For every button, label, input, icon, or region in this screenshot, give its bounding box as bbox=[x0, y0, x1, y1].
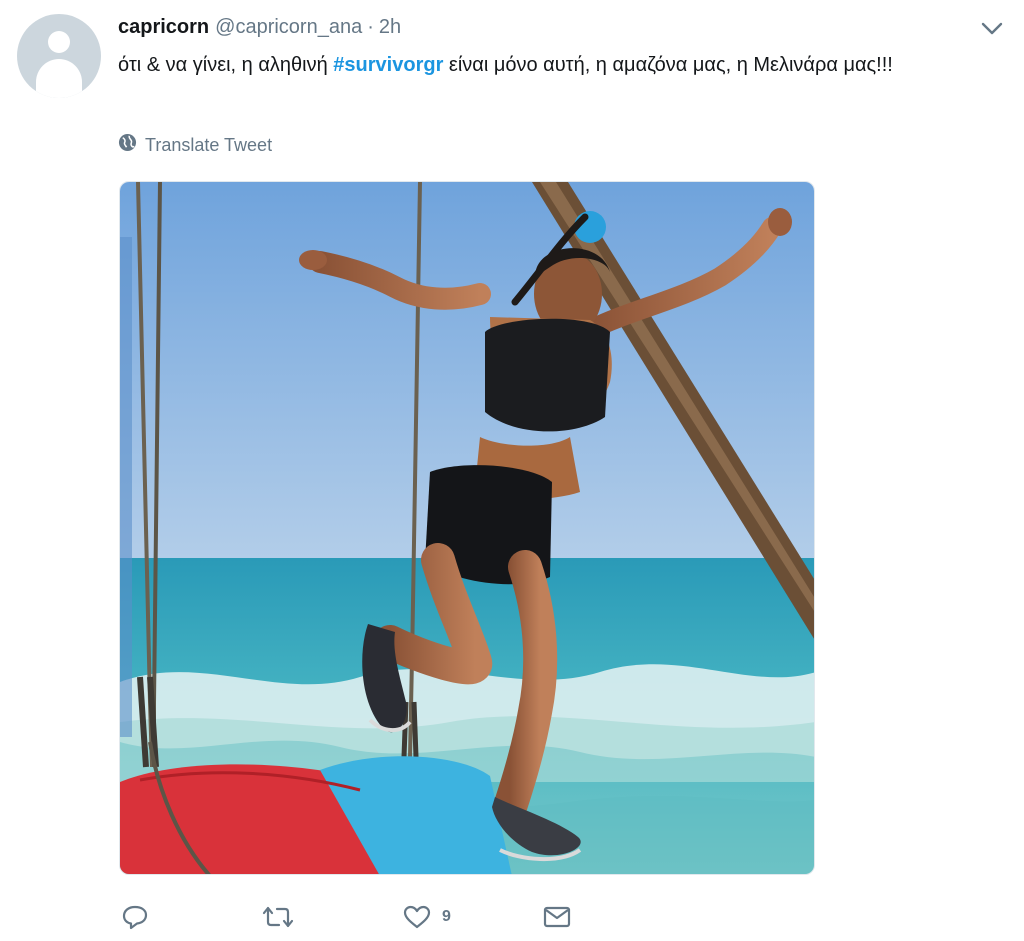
separator-dot: · bbox=[367, 16, 374, 38]
retweet-button[interactable] bbox=[260, 900, 296, 934]
retweet-icon bbox=[260, 903, 296, 931]
like-icon bbox=[402, 903, 432, 931]
chevron-down-icon[interactable] bbox=[980, 20, 1004, 38]
user-handle[interactable]: @capricorn_ana bbox=[215, 14, 362, 40]
tweet-actions: 9 bbox=[118, 900, 718, 934]
tweet-text-before: ότι & να γίνει, η αληθινή bbox=[118, 54, 334, 76]
like-button[interactable]: 9 bbox=[402, 900, 451, 934]
translate-tweet-link[interactable]: Translate Tweet bbox=[118, 133, 272, 157]
avatar-head bbox=[48, 31, 70, 53]
tweet-photo[interactable] bbox=[119, 181, 815, 875]
message-icon bbox=[542, 903, 572, 931]
display-name[interactable]: capricorn bbox=[118, 14, 209, 40]
tweet-text-after: είναι μόνο αυτή, η αμαζόνα μας, η Μελινά… bbox=[443, 54, 893, 76]
tweet-timestamp[interactable]: 2h bbox=[379, 14, 401, 40]
tweet-text: ότι & να γίνει, η αληθινή #survivorgr εί… bbox=[118, 48, 988, 82]
reply-icon bbox=[120, 903, 150, 931]
tweet-header: capricorn @capricorn_ana · 2h bbox=[118, 14, 401, 40]
avatar-shoulders bbox=[36, 59, 82, 98]
reply-button[interactable] bbox=[120, 900, 150, 934]
like-count: 9 bbox=[442, 908, 451, 925]
translate-label: Translate Tweet bbox=[145, 134, 273, 155]
hashtag-link[interactable]: #survivorgr bbox=[333, 54, 443, 76]
avatar[interactable] bbox=[17, 14, 101, 98]
direct-message-button[interactable] bbox=[542, 900, 572, 934]
tweet-card: capricorn @capricorn_ana · 2h ότι & να γ… bbox=[0, 0, 1024, 941]
globe-icon bbox=[118, 133, 145, 157]
